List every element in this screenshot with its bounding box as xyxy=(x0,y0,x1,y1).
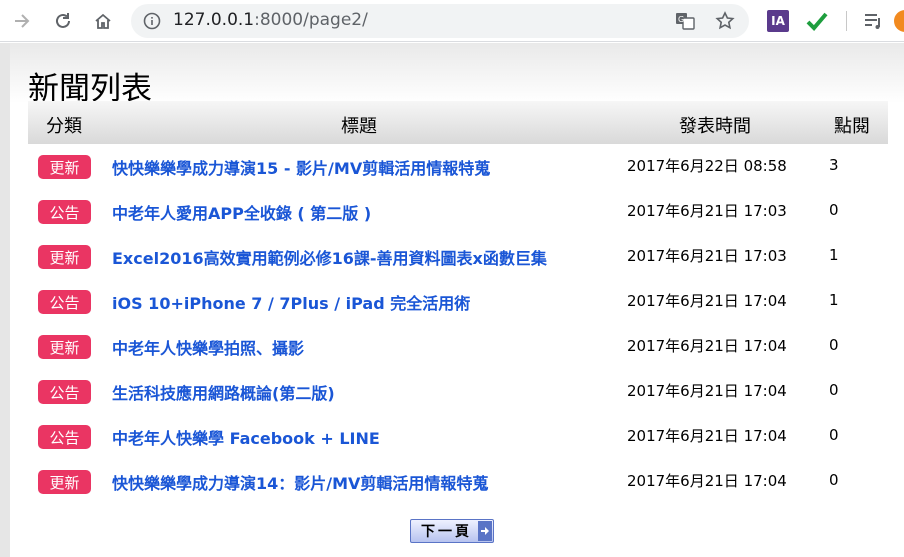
category-badge: 更新 xyxy=(38,245,91,269)
header-date: 發表時間 xyxy=(679,116,751,137)
view-count: 0 xyxy=(829,336,839,354)
view-count: 0 xyxy=(829,471,839,489)
header-category: 分類 xyxy=(46,116,82,137)
queue-icon[interactable] xyxy=(862,10,884,32)
star-icon[interactable] xyxy=(715,11,735,31)
check-icon[interactable] xyxy=(806,10,828,32)
post-date: 2017年6月21日 17:04 xyxy=(627,472,787,490)
table-row: 公告 中老年人快樂學 Facebook + LINE 2017年6月21日 17… xyxy=(28,414,888,459)
news-title-link[interactable]: 中老年人愛用APP全收錄 ( 第二版 ) xyxy=(112,200,371,224)
table-row: 更新 快快樂樂學成力導演15 - 影片/MV剪輯活用情報特蒐 2017年6月22… xyxy=(28,144,888,189)
category-badge: 更新 xyxy=(38,155,91,179)
browser-toolbar: 127.0.0.1:8000/page2/ G IA xyxy=(0,0,904,42)
svg-text:G: G xyxy=(678,15,684,24)
left-margin xyxy=(0,43,10,557)
news-table: 分類 標題 發表時間 點閱 更新 快快樂樂學成力導演15 - 影片/MV剪輯活用… xyxy=(28,101,888,504)
news-title-link[interactable]: 快快樂樂學成力導演14：影片/MV剪輯活用情報特蒐 xyxy=(112,470,488,494)
view-count: 1 xyxy=(829,246,839,264)
address-bar[interactable]: 127.0.0.1:8000/page2/ G xyxy=(131,4,749,38)
view-count: 0 xyxy=(829,381,839,399)
category-badge: 公告 xyxy=(38,425,91,449)
category-badge: 公告 xyxy=(38,380,91,404)
post-date: 2017年6月21日 17:04 xyxy=(627,337,787,355)
view-count: 1 xyxy=(829,291,839,309)
page-content: 新聞列表 分類 標題 發表時間 點閱 更新 快快樂樂學成力導演15 - 影片/M… xyxy=(0,43,904,557)
table-header: 分類 標題 發表時間 點閱 xyxy=(28,101,888,144)
ia-extension-icon[interactable]: IA xyxy=(767,10,789,32)
view-count: 0 xyxy=(829,426,839,444)
news-title-link[interactable]: iOS 10+iPhone 7 / 7Plus / iPad 完全活用術 xyxy=(112,290,470,314)
profile-avatar[interactable] xyxy=(894,10,904,32)
post-date: 2017年6月21日 17:03 xyxy=(627,247,787,265)
post-date: 2017年6月21日 17:04 xyxy=(627,427,787,445)
view-count: 0 xyxy=(829,201,839,219)
category-badge: 公告 xyxy=(38,290,91,314)
next-page-button[interactable]: 下一頁 xyxy=(410,519,494,543)
table-row: 更新 Excel2016高效實用範例必修16課-善用資料圖表x函數巨集 2017… xyxy=(28,234,888,279)
table-row: 公告 生活科技應用網路概論(第二版) 2017年6月21日 17:04 0 xyxy=(28,369,888,414)
category-badge: 公告 xyxy=(38,200,91,224)
news-title-link[interactable]: 快快樂樂學成力導演15 - 影片/MV剪輯活用情報特蒐 xyxy=(112,155,490,179)
news-title-link[interactable]: 生活科技應用網路概論(第二版) xyxy=(112,380,335,404)
news-title-link[interactable]: 中老年人快樂學拍照、攝影 xyxy=(112,335,304,359)
header-title: 標題 xyxy=(341,116,377,137)
category-badge: 更新 xyxy=(38,470,91,494)
translate-icon[interactable]: G xyxy=(675,12,695,30)
info-icon[interactable] xyxy=(143,12,161,30)
arrow-right-icon xyxy=(478,521,492,541)
home-icon[interactable] xyxy=(87,5,119,37)
post-date: 2017年6月22日 08:58 xyxy=(627,157,787,175)
header-views: 點閱 xyxy=(834,116,870,137)
category-badge: 更新 xyxy=(38,335,91,359)
next-page-label: 下一頁 xyxy=(421,524,472,540)
forward-arrow-icon[interactable] xyxy=(6,5,38,37)
table-row: 公告 中老年人愛用APP全收錄 ( 第二版 ) 2017年6月21日 17:03… xyxy=(28,189,888,234)
url-text[interactable]: 127.0.0.1:8000/page2/ xyxy=(173,10,368,30)
table-row: 更新 中老年人快樂學拍照、攝影 2017年6月21日 17:04 0 xyxy=(28,324,888,369)
news-title-link[interactable]: 中老年人快樂學 Facebook + LINE xyxy=(112,425,380,449)
view-count: 3 xyxy=(829,156,839,174)
post-date: 2017年6月21日 17:04 xyxy=(627,382,787,400)
news-title-link[interactable]: Excel2016高效實用範例必修16課-善用資料圖表x函數巨集 xyxy=(112,245,547,269)
table-row: 公告 iOS 10+iPhone 7 / 7Plus / iPad 完全活用術 … xyxy=(28,279,888,324)
table-row: 更新 快快樂樂學成力導演14：影片/MV剪輯活用情報特蒐 2017年6月21日 … xyxy=(28,459,888,504)
toolbar-separator xyxy=(846,11,847,31)
reload-icon[interactable] xyxy=(47,5,79,37)
post-date: 2017年6月21日 17:04 xyxy=(627,292,787,310)
post-date: 2017年6月21日 17:03 xyxy=(627,202,787,220)
